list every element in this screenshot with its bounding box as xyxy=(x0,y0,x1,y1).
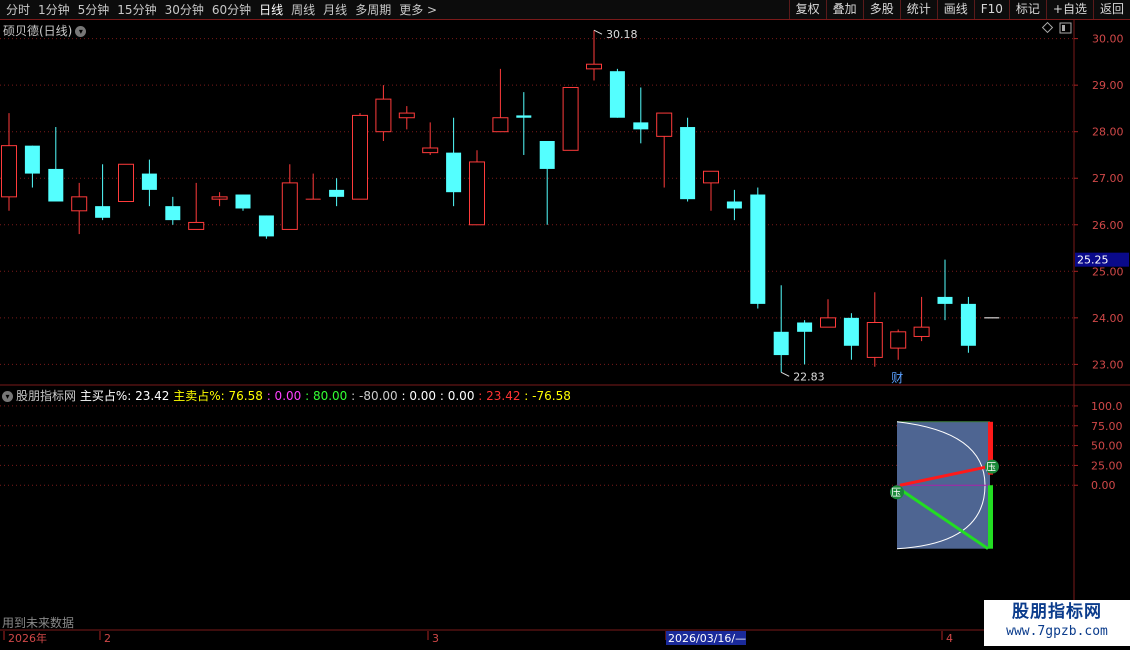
candle-body xyxy=(516,115,532,118)
candle-body xyxy=(843,317,859,346)
candle-body xyxy=(773,331,789,356)
y-tick-label: 26.00 xyxy=(1092,219,1124,232)
cursor-date-label: 2026/03/16/— xyxy=(668,632,746,645)
panel-toggle-icon xyxy=(1059,22,1072,34)
candle-body xyxy=(656,112,673,137)
candle-body xyxy=(562,86,579,151)
watermark: 股朋指标网 www.7gpzb.com xyxy=(984,600,1130,646)
candle-body xyxy=(937,296,953,304)
indicator-tick-label: 100.0 xyxy=(1091,400,1123,413)
candle-body xyxy=(609,71,625,118)
stock-title: 硕贝德(日线) ▾ xyxy=(3,22,87,39)
candle-body xyxy=(329,189,345,197)
candle-body xyxy=(375,98,392,133)
x-axis-label: 3 xyxy=(432,632,439,645)
candle-body xyxy=(913,326,930,337)
candle-body xyxy=(141,173,157,190)
candle-body xyxy=(24,145,40,174)
y-tick-label: 28.00 xyxy=(1092,126,1124,139)
stock-title-text: 硕贝德(日线) xyxy=(3,24,73,38)
candle-body xyxy=(797,322,813,332)
indicator-tick-label: 0.00 xyxy=(1091,479,1116,492)
candle-body xyxy=(95,206,111,218)
candle-body xyxy=(890,331,907,349)
indicator-tick-label: 50.00 xyxy=(1091,440,1123,453)
candle-body xyxy=(539,141,555,169)
candle-body xyxy=(188,221,205,230)
legend-value: : -80.00 xyxy=(351,389,402,403)
x-axis-label: 2 xyxy=(104,632,111,645)
candle-body xyxy=(235,194,251,209)
candle-body xyxy=(48,168,64,202)
legend-value: : -76.58 xyxy=(524,389,571,403)
candle-body xyxy=(492,117,509,133)
chevron-down-icon[interactable]: ▾ xyxy=(75,26,87,37)
chart-svg: 30.0029.0028.0027.0026.0025.0024.0023.00… xyxy=(0,20,1130,645)
legend-value: : 80.00 xyxy=(305,389,352,403)
candle-body xyxy=(71,196,88,212)
candle-body xyxy=(586,63,602,70)
y-tick-label: 25.00 xyxy=(1092,265,1124,278)
candle-body xyxy=(118,163,134,202)
candle-body xyxy=(866,322,883,358)
panel-toggle-icon-bar xyxy=(1062,25,1065,31)
future-data-note: 用到未来数据 xyxy=(2,616,75,630)
candle-body xyxy=(398,112,415,119)
sell-bar xyxy=(988,485,993,549)
high-pointer xyxy=(593,29,603,35)
legend-value: 主卖占%: 76.58 xyxy=(173,389,267,403)
indicator-title: 股朋指标网 xyxy=(16,389,80,403)
diamond-icon xyxy=(1041,21,1054,34)
y-tick-label: 30.00 xyxy=(1092,33,1124,46)
candle-body xyxy=(960,303,976,346)
candle-body xyxy=(352,114,368,200)
candle-body xyxy=(258,215,274,237)
indicator-legend: ▾ 股朋指标网 主买占%: 23.42 主卖占%: 76.58 : 0.00 : … xyxy=(2,387,571,404)
y-tick-label: 27.00 xyxy=(1092,172,1124,185)
indicator-tick-label: 75.00 xyxy=(1091,420,1123,433)
low-pointer xyxy=(780,371,790,377)
candle-body xyxy=(165,206,181,221)
legend-value: : 0.00 xyxy=(266,389,306,403)
candle-body xyxy=(1,145,17,198)
candle-body xyxy=(750,194,766,304)
candle-body xyxy=(680,127,696,200)
pressure-mark-text: 压 xyxy=(986,462,996,474)
candle-body xyxy=(446,152,462,193)
x-axis-label: 4 xyxy=(946,632,953,645)
watermark-title: 股朋指标网 xyxy=(1012,602,1102,622)
legend-value: : 0.00 xyxy=(439,389,479,403)
legend-value: : 23.42 xyxy=(478,389,525,403)
indicator-tick-label: 25.00 xyxy=(1091,459,1123,472)
y-tick-label: 29.00 xyxy=(1092,79,1124,92)
current-price-label: 25.25 xyxy=(1077,254,1109,267)
candle-body xyxy=(703,170,719,184)
watermark-url: www.7gpzb.com xyxy=(1006,624,1108,639)
pressure-mark-text: 压 xyxy=(891,487,901,499)
finance-mark: 财 xyxy=(891,371,903,385)
legend-value: : 0.00 xyxy=(401,389,440,403)
legend-value: 主买占%: 23.42 xyxy=(79,389,174,403)
candle-body xyxy=(469,161,485,226)
low-label: 22.83 xyxy=(793,370,825,383)
candle-body xyxy=(726,201,742,209)
y-tick-label: 23.00 xyxy=(1092,358,1124,371)
candle-body xyxy=(422,147,439,154)
high-label: 30.18 xyxy=(606,28,638,41)
chevron-down-icon[interactable]: ▾ xyxy=(2,391,13,402)
candle-body xyxy=(820,317,836,328)
candle-body xyxy=(281,182,298,230)
y-tick-label: 24.00 xyxy=(1092,312,1124,325)
x-axis-label: 2026年 xyxy=(8,631,47,645)
candle-body xyxy=(211,196,228,200)
candle-body xyxy=(633,122,649,130)
